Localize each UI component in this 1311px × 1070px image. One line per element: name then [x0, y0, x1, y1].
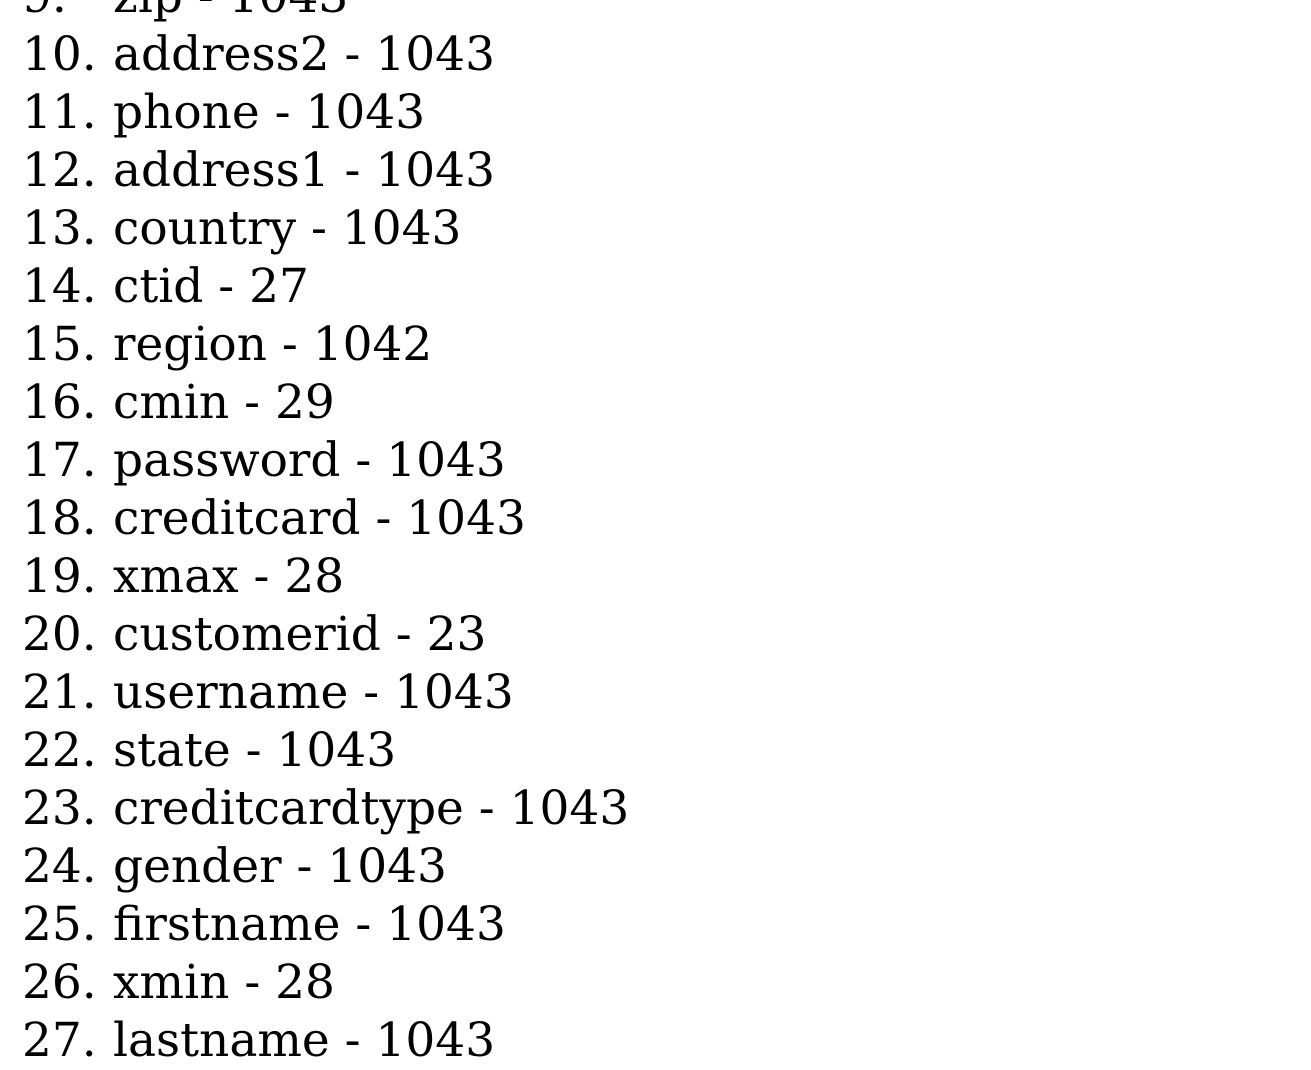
item-text: xmin - 28: [113, 955, 335, 1010]
item-number: 27.: [22, 1013, 97, 1068]
item-number: 21.: [22, 665, 97, 720]
list-item: 14. ctid - 27: [22, 258, 1292, 316]
item-text: cmin - 29: [113, 375, 335, 430]
document-page: 9.zip - 1043 10. address2 - 1043 11. phone…: [22, 0, 1292, 1070]
item-text: gender - 1043: [113, 839, 447, 894]
item-text: address1 - 1043: [113, 143, 495, 198]
item-text: country - 1043: [113, 201, 462, 256]
list-item: 20. customerid - 23: [22, 606, 1292, 664]
item-text: lastname - 1043: [113, 1013, 496, 1068]
list-item: 24. gender - 1043: [22, 838, 1292, 896]
item-text: username - 1043: [113, 665, 514, 720]
list-item: 23. creditcardtype - 1043: [22, 780, 1292, 838]
item-number: 17.: [22, 433, 97, 488]
list-item: 25. firstname - 1043: [22, 896, 1292, 954]
item-number: 18.: [22, 491, 97, 546]
item-number: 10.: [22, 27, 97, 82]
column-list: 9.zip - 1043 10. address2 - 1043 11. phone…: [22, 0, 1292, 1070]
item-number: 26.: [22, 955, 97, 1010]
list-item: 10. address2 - 1043: [22, 26, 1292, 84]
item-number: 22.: [22, 723, 97, 778]
list-item: 16. cmin - 29: [22, 374, 1292, 432]
item-text: region - 1042: [113, 317, 433, 372]
item-number: 14.: [22, 259, 97, 314]
item-number: 12.: [22, 143, 97, 198]
list-item: 19. xmax - 28: [22, 548, 1292, 606]
item-number: 9.: [22, 0, 113, 26]
item-number: 13.: [22, 201, 97, 256]
list-item: 18. creditcard - 1043: [22, 490, 1292, 548]
list-item: 22. state - 1043: [22, 722, 1292, 780]
item-text: customerid - 23: [113, 607, 487, 662]
item-number: 20.: [22, 607, 97, 662]
item-text: address2 - 1043: [113, 27, 495, 82]
list-item: 12. address1 - 1043: [22, 142, 1292, 200]
item-text: zip - 1043: [113, 0, 348, 24]
item-number: 25.: [22, 897, 97, 952]
item-number: 15.: [22, 317, 97, 372]
list-item: 9.zip - 1043: [22, 0, 1292, 26]
list-item: 21. username - 1043: [22, 664, 1292, 722]
item-text: creditcardtype - 1043: [113, 781, 630, 836]
item-text: ctid - 27: [113, 259, 309, 314]
item-number: 24.: [22, 839, 97, 894]
item-text: password - 1043: [113, 433, 506, 488]
item-number: 19.: [22, 549, 97, 604]
list-item: 11. phone - 1043: [22, 84, 1292, 142]
item-text: xmax - 28: [113, 549, 345, 604]
item-text: state - 1043: [113, 723, 397, 778]
list-item: 17. password - 1043: [22, 432, 1292, 490]
item-number: 11.: [22, 85, 97, 140]
list-item: 27. lastname - 1043: [22, 1012, 1292, 1070]
item-number: 23.: [22, 781, 97, 836]
item-text: firstname - 1043: [113, 897, 506, 952]
list-item: 15. region - 1042: [22, 316, 1292, 374]
item-text: creditcard - 1043: [113, 491, 526, 546]
item-text: phone - 1043: [113, 85, 426, 140]
item-number: 16.: [22, 375, 97, 430]
list-item: 13. country - 1043: [22, 200, 1292, 258]
list-item: 26. xmin - 28: [22, 954, 1292, 1012]
